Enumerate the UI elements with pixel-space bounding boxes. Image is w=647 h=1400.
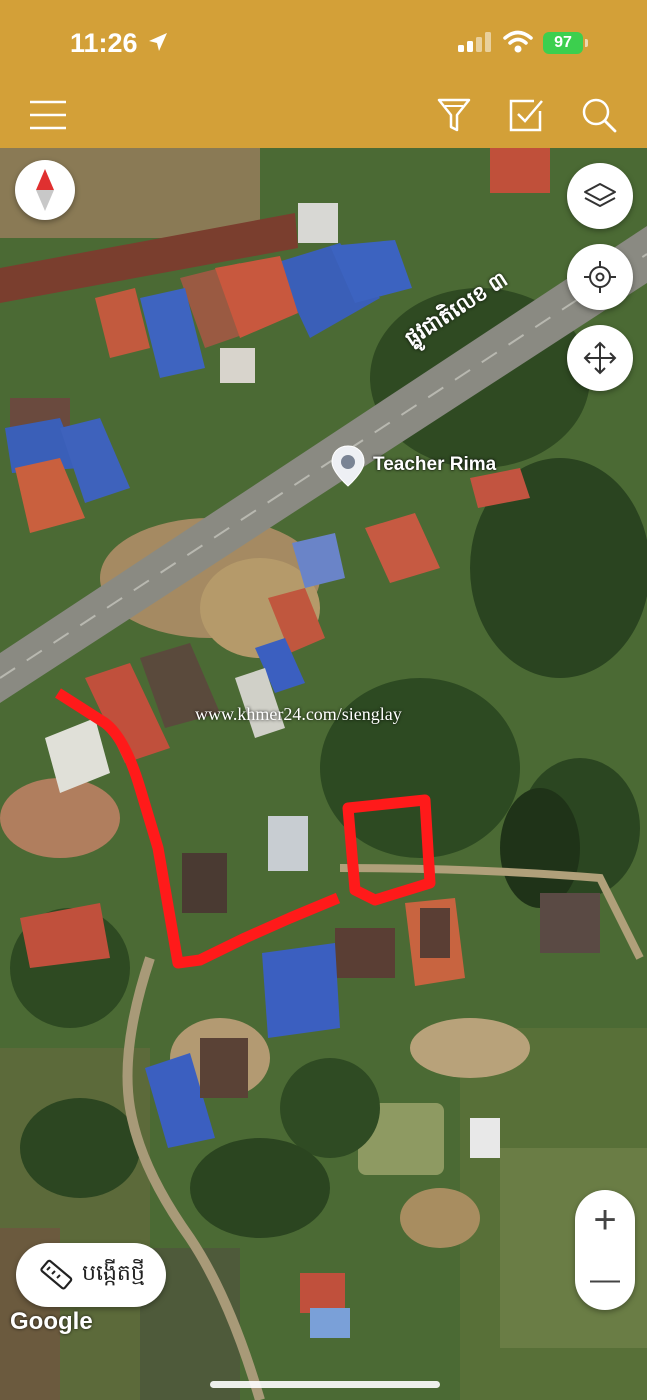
locate-button[interactable] <box>567 244 633 310</box>
measure-button[interactable]: បង្កើតថ្មី <box>16 1243 166 1307</box>
search-button[interactable] <box>576 92 622 138</box>
home-indicator[interactable] <box>210 1381 440 1388</box>
search-icon <box>582 98 617 133</box>
zoom-in-button[interactable]: + <box>575 1190 635 1250</box>
cellular-signal-icon <box>458 32 491 52</box>
battery-level: 97 <box>554 34 572 51</box>
edit-button[interactable] <box>503 92 549 138</box>
watermark: www.khmer24.com/sienglay <box>195 704 402 724</box>
app-toolbar <box>0 82 647 148</box>
zoom-out-button[interactable]: — <box>575 1250 635 1310</box>
place-marker-icon[interactable] <box>330 444 366 488</box>
move-arrows-icon <box>583 341 617 375</box>
checkbox-edit-icon <box>509 99 543 132</box>
ruler-icon <box>40 1259 73 1290</box>
menu-button[interactable] <box>25 92 71 138</box>
filter-icon <box>437 98 471 132</box>
satellite-map[interactable]: Teacher Rima ផ្លូវជាតិលេខ ៣ www.khmer24.… <box>0 148 647 1400</box>
google-attribution: Google <box>10 1308 93 1335</box>
compass-button[interactable] <box>15 160 75 220</box>
wifi-icon <box>503 30 533 53</box>
filter-button[interactable] <box>431 92 477 138</box>
clock: 11:26 <box>70 28 138 58</box>
measure-label: បង្កើតថ្មី <box>82 1260 145 1285</box>
zoom-in-label: + <box>593 1197 617 1242</box>
status-bar: 11:26 97 <box>0 0 647 82</box>
battery-indicator: 97 <box>543 32 589 54</box>
zoom-out-label: — <box>590 1263 620 1296</box>
layers-button[interactable] <box>567 163 633 229</box>
map-imagery <box>0 148 647 1400</box>
location-arrow-icon <box>149 33 167 51</box>
hamburger-menu-icon <box>30 100 66 130</box>
layers-icon <box>584 183 616 207</box>
marker-label[interactable]: Teacher Rima <box>373 454 496 476</box>
compass-icon <box>36 169 54 211</box>
crosshair-icon <box>584 261 616 293</box>
pan-button[interactable] <box>567 325 633 391</box>
zoom-control: + — <box>575 1190 635 1310</box>
